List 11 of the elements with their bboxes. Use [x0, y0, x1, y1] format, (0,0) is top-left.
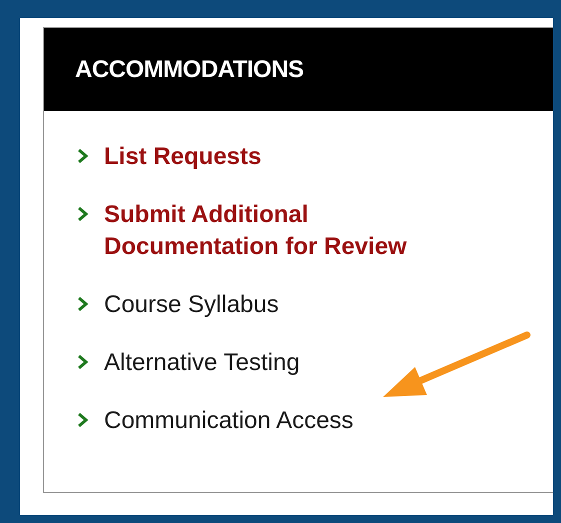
nav-link[interactable]: Alternative Testing — [104, 347, 300, 379]
nav-link[interactable]: Course Syllabus — [104, 289, 279, 321]
nav-link[interactable]: List Requests — [104, 141, 262, 173]
nav-link[interactable]: Communication Access — [104, 405, 354, 437]
chevron-icon — [76, 412, 90, 428]
nav-link[interactable]: Submit Additional Documentation for Review — [104, 199, 464, 263]
panel-title: ACCOMMODATIONS — [44, 28, 553, 111]
chevron-icon — [76, 354, 90, 370]
chevron-icon — [76, 148, 90, 164]
chevron-icon — [76, 296, 90, 312]
chevron-icon — [76, 206, 90, 222]
